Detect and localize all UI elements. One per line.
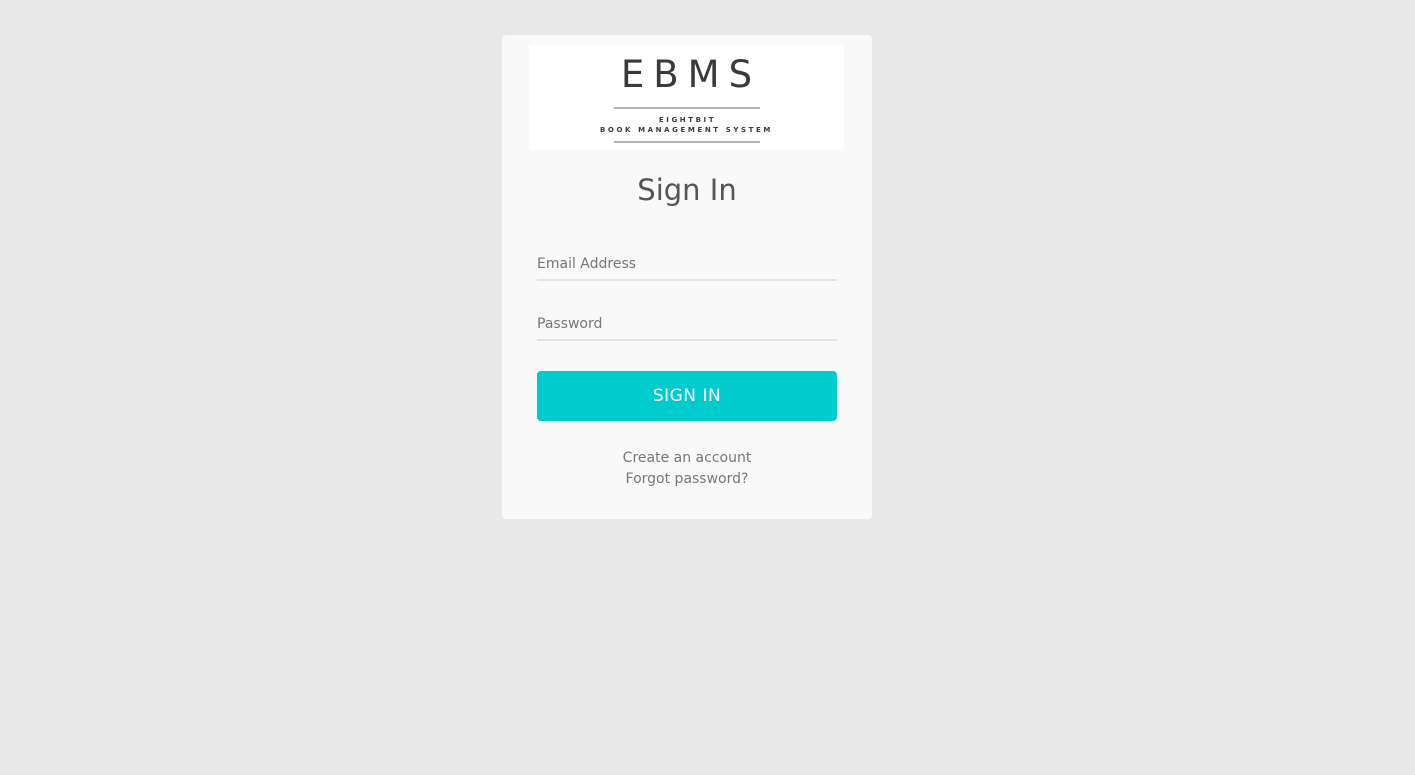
create-account-link[interactable]: Create an account [502, 450, 872, 466]
login-card: EBMS EIGHTBIT BOOK MANAGEMENT SYSTEM Sig… [502, 35, 872, 519]
logo-mark: EBMS [620, 53, 762, 96]
password-field[interactable] [537, 309, 837, 339]
logo-divider-top [614, 107, 760, 109]
email-field-wrapper [537, 243, 837, 281]
page-title: Sign In [637, 173, 737, 207]
password-field-wrapper [537, 303, 837, 341]
logo: EBMS EIGHTBIT BOOK MANAGEMENT SYSTEM [529, 45, 844, 150]
logo-subtitle-2: BOOK MANAGEMENT SYSTEM [600, 126, 773, 134]
forgot-password-link[interactable]: Forgot password? [502, 471, 872, 487]
email-field[interactable] [537, 249, 837, 279]
logo-divider-bottom [614, 141, 760, 143]
logo-subtitle-1: EIGHTBIT [658, 116, 717, 124]
sign-in-button[interactable]: SIGN IN [537, 371, 837, 421]
